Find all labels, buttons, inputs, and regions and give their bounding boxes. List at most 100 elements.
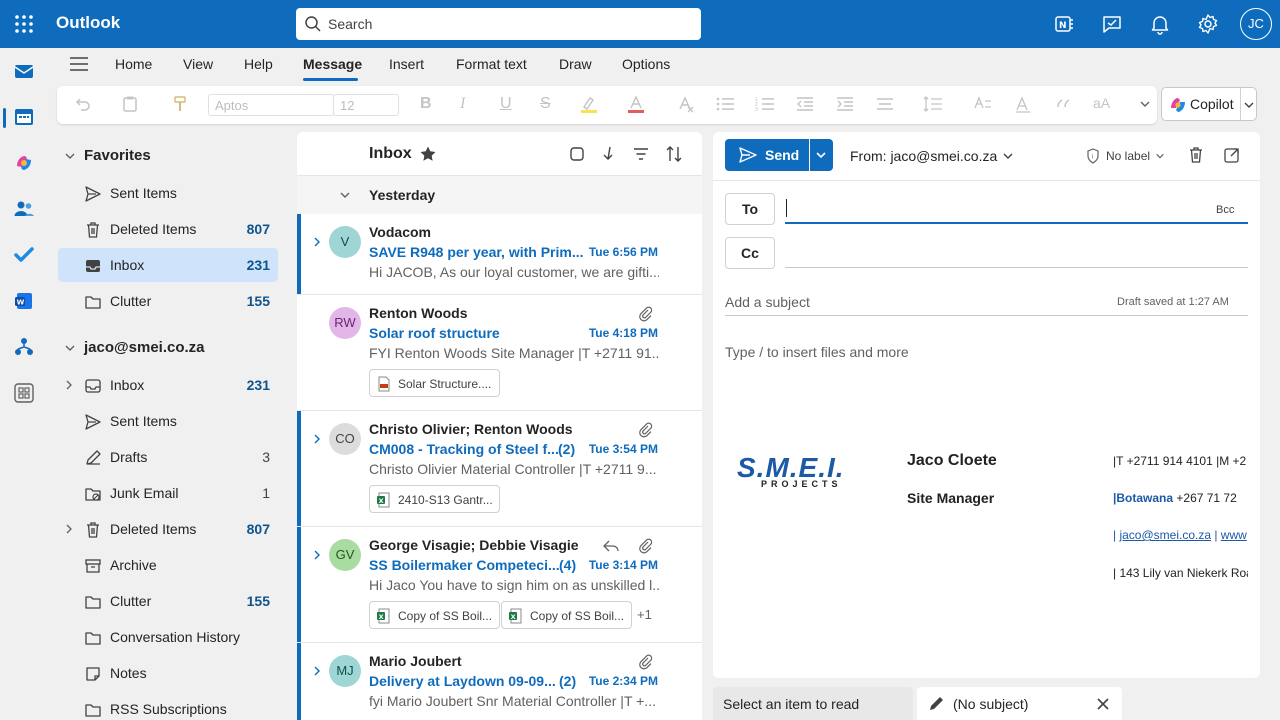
copilot-icon[interactable] xyxy=(13,152,35,174)
message-item[interactable]: CO Christo Olivier; Renton Woods CM008 -… xyxy=(297,411,702,527)
message-item[interactable]: MJ Mario Joubert Delivery at Laydown 09-… xyxy=(297,643,702,720)
styles-icon[interactable] xyxy=(1013,95,1033,113)
folder-favorites-deleted-items[interactable]: Deleted Items 807 xyxy=(58,212,278,246)
message-item[interactable]: V Vodacom SAVE R948 per year, with Prim.… xyxy=(297,214,702,295)
todo-icon[interactable] xyxy=(13,244,35,266)
tab-options[interactable]: Options xyxy=(622,56,670,72)
filter-icon[interactable] xyxy=(633,146,649,162)
select-icon[interactable] xyxy=(569,146,585,162)
quote-icon[interactable] xyxy=(1055,95,1073,113)
attachment-chip[interactable]: X 2410-S13 Gantr... xyxy=(369,485,500,513)
folder-junk-email[interactable]: Junk Email 1 xyxy=(58,476,278,510)
onenote-icon[interactable]: N xyxy=(1052,12,1076,36)
close-icon[interactable] xyxy=(1096,697,1110,711)
send-button[interactable]: Send xyxy=(725,139,809,171)
tab-draw[interactable]: Draw xyxy=(559,56,592,72)
chevron-down-icon[interactable] xyxy=(339,189,351,201)
font-color-icon[interactable] xyxy=(626,95,646,113)
line-spacing-icon[interactable] xyxy=(923,95,943,113)
menu-icon[interactable] xyxy=(68,55,90,73)
to-button[interactable]: To xyxy=(725,193,775,225)
app-title[interactable]: Outlook xyxy=(56,13,120,33)
more-attachments[interactable]: +1 xyxy=(637,607,652,622)
tab-help[interactable]: Help xyxy=(244,56,273,72)
folder-inbox[interactable]: Inbox 231 xyxy=(58,368,278,402)
bold-icon[interactable]: B xyxy=(420,95,432,113)
from-selector[interactable]: From: jaco@smei.co.za xyxy=(850,148,997,164)
attachment-chip[interactable]: X Copy of SS Boil... xyxy=(369,601,500,629)
folder-conversation-history[interactable]: Conversation History xyxy=(58,620,278,654)
draft-tab[interactable]: (No subject) xyxy=(917,687,1122,720)
star-icon[interactable] xyxy=(419,145,437,163)
folder-deleted-items[interactable]: Deleted Items 807 xyxy=(58,512,278,546)
bell-icon[interactable] xyxy=(1148,12,1172,36)
highlight-icon[interactable] xyxy=(579,95,599,113)
teams-chat-icon[interactable] xyxy=(1100,12,1124,36)
folder-sent-items[interactable]: Sent Items xyxy=(58,404,278,438)
italic-icon[interactable]: I xyxy=(460,95,465,113)
chevron-right-icon[interactable] xyxy=(312,665,322,677)
from-chevron-icon[interactable] xyxy=(1002,150,1014,162)
folder-rss-subscriptions[interactable]: RSS Subscriptions xyxy=(58,692,278,720)
more-options-chevron-icon[interactable] xyxy=(1139,98,1151,110)
folder-archive[interactable]: Archive xyxy=(58,548,278,582)
folder-notes[interactable]: Notes xyxy=(58,656,278,690)
favorites-chevron-icon[interactable] xyxy=(64,150,76,162)
calendar-icon[interactable] xyxy=(13,106,35,128)
subject-field[interactable]: Add a subject xyxy=(725,294,810,310)
account-chevron-icon[interactable] xyxy=(64,342,76,354)
copilot-button[interactable]: Copilot xyxy=(1161,87,1257,121)
reading-pane-tab[interactable]: Select an item to read xyxy=(713,687,913,720)
folder-clutter[interactable]: Clutter 155 xyxy=(58,584,278,618)
signature-email-link[interactable]: jaco@smei.co.za xyxy=(1119,528,1211,542)
tab-message[interactable]: Message xyxy=(303,56,362,72)
attachment-chip[interactable]: X Copy of SS Boil... xyxy=(501,601,632,629)
folder-favorites-clutter[interactable]: Clutter 155 xyxy=(58,284,278,318)
discard-icon[interactable] xyxy=(1187,146,1205,164)
font-name-select[interactable]: Aptos xyxy=(208,94,334,116)
tab-view[interactable]: View xyxy=(183,56,213,72)
bcc-button[interactable]: Bcc xyxy=(1216,204,1234,216)
chevron-right-icon[interactable] xyxy=(312,433,322,445)
pop-out-icon[interactable] xyxy=(1223,146,1241,164)
font-size-select[interactable]: 12 xyxy=(333,94,399,116)
text-direction-icon[interactable] xyxy=(973,95,993,113)
app-launcher-icon[interactable] xyxy=(12,12,36,36)
people-icon[interactable] xyxy=(13,198,35,220)
word-icon[interactable]: W xyxy=(13,290,35,312)
folder-favorites-inbox[interactable]: Inbox 231 xyxy=(58,248,278,282)
chevron-right-icon[interactable] xyxy=(312,549,322,561)
chevron-right-icon[interactable] xyxy=(64,523,74,535)
account-header[interactable]: jaco@smei.co.za xyxy=(84,339,205,356)
attachment-chip[interactable]: Solar Structure.... xyxy=(369,369,500,397)
more-apps-icon[interactable] xyxy=(13,382,35,404)
cc-field[interactable] xyxy=(785,242,1248,268)
change-case-icon[interactable]: aA xyxy=(1093,95,1110,111)
gear-icon[interactable] xyxy=(1196,12,1220,36)
sort-icon[interactable] xyxy=(665,145,683,163)
body-field[interactable]: Type / to insert files and more xyxy=(725,344,909,360)
tab-home[interactable]: Home xyxy=(115,56,152,72)
align-icon[interactable] xyxy=(875,95,895,113)
signature-web-link[interactable]: www xyxy=(1221,528,1247,542)
chevron-right-icon[interactable] xyxy=(312,236,322,248)
underline-icon[interactable]: U xyxy=(500,95,512,113)
mail-icon[interactable] xyxy=(13,60,35,82)
favorites-header[interactable]: Favorites xyxy=(84,147,151,164)
tab-format-text[interactable]: Format text xyxy=(456,56,527,72)
group-header[interactable]: Yesterday xyxy=(297,176,702,214)
bullets-icon[interactable] xyxy=(715,95,735,113)
format-painter-icon[interactable] xyxy=(171,95,189,113)
to-field[interactable] xyxy=(785,196,1248,224)
tab-insert[interactable]: Insert xyxy=(389,56,424,72)
increase-indent-icon[interactable] xyxy=(835,95,855,113)
send-options-button[interactable] xyxy=(810,139,833,171)
paste-icon[interactable] xyxy=(121,95,139,113)
label-chevron-icon[interactable] xyxy=(1155,151,1165,161)
message-item[interactable]: RW Renton Woods Solar roof structure Tue… xyxy=(297,295,702,411)
copilot-chevron-icon[interactable] xyxy=(1243,99,1255,111)
cc-button[interactable]: Cc xyxy=(725,237,775,269)
chevron-right-icon[interactable] xyxy=(64,379,74,391)
undo-icon[interactable] xyxy=(73,95,91,113)
strikethrough-icon[interactable]: S xyxy=(540,95,551,113)
